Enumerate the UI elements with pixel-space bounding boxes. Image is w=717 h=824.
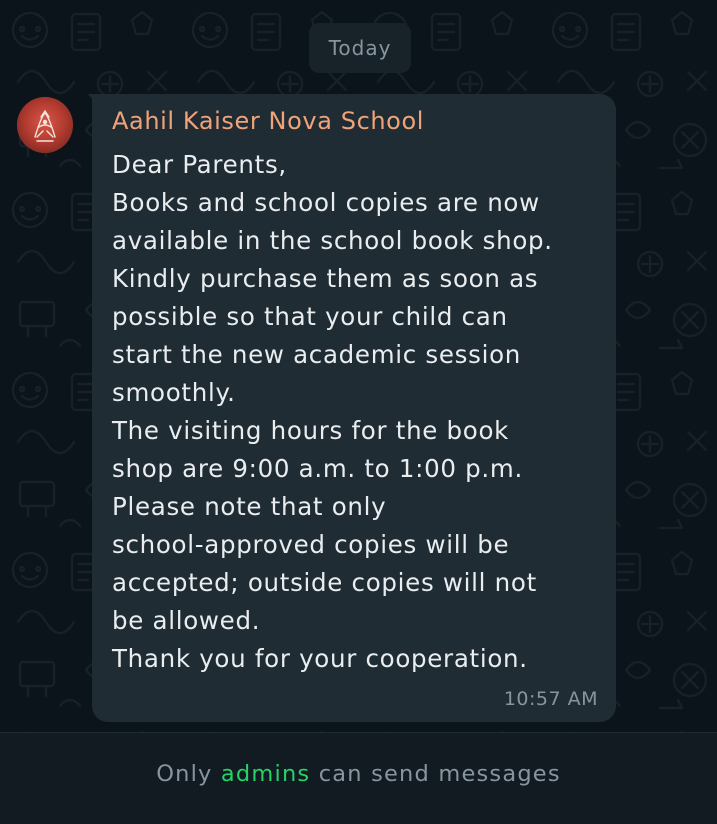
message-line: accepted; outside copies will not	[112, 568, 537, 597]
school-logo-avatar-icon	[17, 97, 73, 153]
message-line: available in the school book shop.	[112, 226, 553, 255]
footer-prefix: Only	[156, 760, 213, 787]
footer-suffix: can send messages	[318, 760, 561, 787]
message-line: Thank you for your cooperation.	[112, 644, 528, 673]
message-line: Books and school copies are now	[112, 188, 540, 217]
date-chip: Today	[309, 23, 411, 73]
message-timestamp: 10:57 AM	[503, 688, 598, 710]
admin-only-footer: Only admins can send messages	[0, 732, 717, 824]
message-text: Dear Parents, Books and school copies ar…	[112, 146, 612, 678]
message-line: The visiting hours for the book	[112, 416, 510, 445]
footer-notice: Only admins can send messages	[156, 761, 561, 787]
message-line: possible so that your child can	[112, 302, 508, 331]
message-line: smoothly.	[112, 378, 236, 407]
admins-link[interactable]: admins	[221, 761, 310, 787]
message-bubble[interactable]: Aahil Kaiser Nova School Dear Parents, B…	[92, 94, 616, 722]
message-line: Please note that only	[112, 492, 387, 521]
sender-avatar[interactable]	[17, 97, 73, 153]
message-line: school-approved copies will be	[112, 530, 510, 559]
message-line: be allowed.	[112, 606, 261, 635]
sender-name[interactable]: Aahil Kaiser Nova School	[112, 107, 424, 135]
message-line: Kindly purchase them as soon as	[112, 264, 539, 293]
message-line: Dear Parents,	[112, 150, 287, 179]
message-line: start the new academic session	[112, 340, 522, 369]
message-line: shop are 9:00 a.m. to 1:00 p.m.	[112, 454, 523, 483]
